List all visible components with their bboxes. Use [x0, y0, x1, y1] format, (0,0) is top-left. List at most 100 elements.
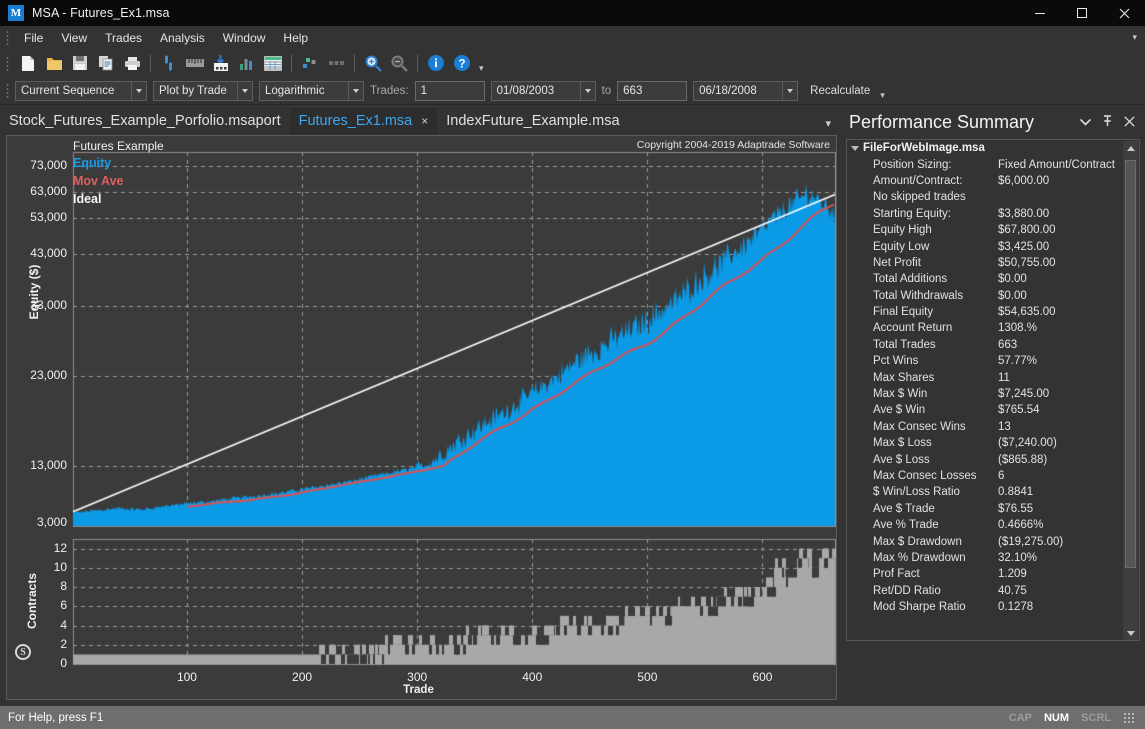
zoom-in-button[interactable]: [360, 51, 386, 75]
options-toolbar-grip-handle[interactable]: [4, 82, 13, 99]
resize-grip-icon[interactable]: [1123, 711, 1135, 724]
performance-summary-list[interactable]: FileForWebImage.msa Position Sizing: Fixe…: [846, 139, 1140, 641]
ruler-icon: [186, 59, 204, 67]
menu-trades[interactable]: Trades: [96, 28, 151, 48]
import-data-button[interactable]: [208, 51, 234, 75]
tab-futures-ex1[interactable]: Futures_Ex1.msa ×: [289, 106, 438, 135]
performance-scrollbar[interactable]: [1123, 141, 1138, 640]
performance-row[interactable]: Account Return 1308.%: [847, 320, 1123, 336]
maximize-button[interactable]: [1061, 0, 1103, 26]
trade-to-input[interactable]: 663: [617, 80, 688, 101]
menu-file[interactable]: File: [15, 28, 52, 48]
trade-plot-icon: [165, 54, 172, 71]
performance-row[interactable]: Mod Sharpe Ratio 0.1278: [847, 599, 1123, 615]
tab-close-icon[interactable]: ×: [421, 114, 428, 128]
tab-stock-futures-portfolio[interactable]: Stock_Futures_Example_Porfolio.msaport: [0, 106, 290, 135]
performance-row[interactable]: Max $ Win $7,245.00: [847, 386, 1123, 402]
performance-row[interactable]: Prof Fact 1.209: [847, 566, 1123, 582]
table-button[interactable]: [260, 51, 286, 75]
close-icon[interactable]: [1124, 115, 1135, 129]
performance-row[interactable]: Total Additions $0.00: [847, 271, 1123, 287]
recalculate-button[interactable]: Recalculate: [804, 83, 876, 99]
status-bar: For Help, press F1 CAP NUM SCRL: [0, 706, 1145, 729]
performance-row[interactable]: Position Sizing: Fixed Amount/Contract: [847, 156, 1123, 172]
performance-row[interactable]: Ave % Trade 0.4666%: [847, 517, 1123, 533]
performance-row[interactable]: Total Withdrawals $0.00: [847, 288, 1123, 304]
performance-row[interactable]: Amount/Contract: $6,000.00: [847, 173, 1123, 189]
scroll-up-button[interactable]: [1123, 141, 1138, 156]
performance-row[interactable]: Max $ Drawdown ($19,275.00): [847, 533, 1123, 549]
tab-list-dropdown-icon[interactable]: ▾: [825, 117, 831, 130]
toolbar-overflow-button[interactable]: ▾: [479, 63, 484, 77]
performance-row[interactable]: Max Consec Wins 13: [847, 419, 1123, 435]
y-axis-tick-label: 23,000: [30, 368, 67, 382]
performance-row[interactable]: Total Trades 663: [847, 337, 1123, 353]
scrollbar-thumb[interactable]: [1125, 160, 1136, 568]
new-file-button[interactable]: [15, 51, 41, 75]
subplot-y-axis-tick-label: 4: [60, 617, 67, 632]
date-to-select[interactable]: 06/18/2008: [693, 80, 799, 101]
equity-chart-document[interactable]: Futures Example Copyright 2004-2019 Adap…: [6, 135, 837, 700]
info-button[interactable]: [423, 51, 449, 75]
ruler-button[interactable]: [182, 51, 208, 75]
performance-row[interactable]: Max % Drawdown 32.10%: [847, 550, 1123, 566]
menu-window[interactable]: Window: [214, 28, 275, 48]
pin-icon[interactable]: [1102, 115, 1113, 129]
legend-ideal: Ideal: [73, 192, 102, 206]
performance-row-key: Max $ Drawdown: [873, 535, 962, 548]
trade-from-input[interactable]: 1: [414, 80, 485, 101]
scale-select[interactable]: Logarithmic: [259, 80, 364, 101]
save-button[interactable]: [67, 51, 93, 75]
options-toolbar-overflow-button[interactable]: ▾: [880, 90, 885, 104]
print-button[interactable]: [119, 51, 145, 75]
chevron-down-icon[interactable]: [1079, 116, 1092, 128]
minimize-button[interactable]: [1019, 0, 1061, 26]
performance-row[interactable]: Ave $ Win $765.54: [847, 402, 1123, 418]
performance-row[interactable]: Net Profit $50,755.00: [847, 255, 1123, 271]
menu-help[interactable]: Help: [274, 28, 317, 48]
performance-row[interactable]: Ave $ Loss ($865.88): [847, 451, 1123, 467]
performance-row-key: Net Profit: [873, 256, 921, 269]
performance-row[interactable]: Ret/DD Ratio 40.75: [847, 583, 1123, 599]
performance-row[interactable]: Equity Low $3,425.00: [847, 238, 1123, 254]
dots-button[interactable]: [323, 51, 349, 75]
date-from-select[interactable]: 01/08/2003: [490, 80, 596, 101]
performance-row[interactable]: $ Win/Loss Ratio 0.8841: [847, 484, 1123, 500]
performance-row[interactable]: Final Equity $54,635.00: [847, 304, 1123, 320]
performance-row[interactable]: Max Shares 11: [847, 369, 1123, 385]
performance-row[interactable]: Pct Wins 57.77%: [847, 353, 1123, 369]
chart-title: Futures Example: [73, 139, 164, 153]
scatter-button[interactable]: [297, 51, 323, 75]
collapse-triangle-icon[interactable]: [847, 145, 863, 151]
menu-analysis[interactable]: Analysis: [151, 28, 214, 48]
performance-row[interactable]: Ave $ Trade $76.55: [847, 501, 1123, 517]
save-icon: [73, 56, 87, 70]
chevron-down-icon: [579, 81, 595, 100]
performance-row[interactable]: Starting Equity: $3,880.00: [847, 206, 1123, 222]
open-file-button[interactable]: [41, 51, 67, 75]
performance-row[interactable]: Max Consec Losses 6: [847, 468, 1123, 484]
menu-view[interactable]: View: [52, 28, 96, 48]
plot-mode-select[interactable]: Plot by Trade: [153, 80, 253, 101]
equity-chart-canvas[interactable]: [7, 136, 836, 699]
scroll-down-button[interactable]: [1123, 626, 1138, 640]
close-button[interactable]: [1103, 0, 1145, 26]
toolbar-grip-handle[interactable]: [4, 54, 13, 72]
x-axis-tick-label: 600: [752, 670, 773, 684]
toolbar-separator: [354, 54, 355, 72]
zoom-out-button[interactable]: [386, 51, 412, 75]
performance-row[interactable]: No skipped trades: [847, 189, 1123, 205]
bar-chart-button[interactable]: [234, 51, 260, 75]
tab-indexfuture-example[interactable]: IndexFuture_Example.msa: [437, 106, 628, 135]
help-button[interactable]: ?: [449, 51, 475, 75]
menu-grip-handle[interactable]: [4, 29, 13, 46]
copy-button[interactable]: [93, 51, 119, 75]
performance-row-key: Starting Equity:: [873, 207, 951, 220]
subplot-y-axis-tick-label: 8: [60, 579, 67, 594]
performance-row[interactable]: Equity High $67,800.00: [847, 222, 1123, 238]
performance-file-row[interactable]: FileForWebImage.msa: [847, 140, 1123, 156]
performance-row[interactable]: Max $ Loss ($7,240.00): [847, 435, 1123, 451]
sequence-select[interactable]: Current Sequence: [15, 80, 147, 101]
menu-overflow-button[interactable]: ▾: [1132, 32, 1137, 43]
trade-plot-button[interactable]: [156, 51, 182, 75]
